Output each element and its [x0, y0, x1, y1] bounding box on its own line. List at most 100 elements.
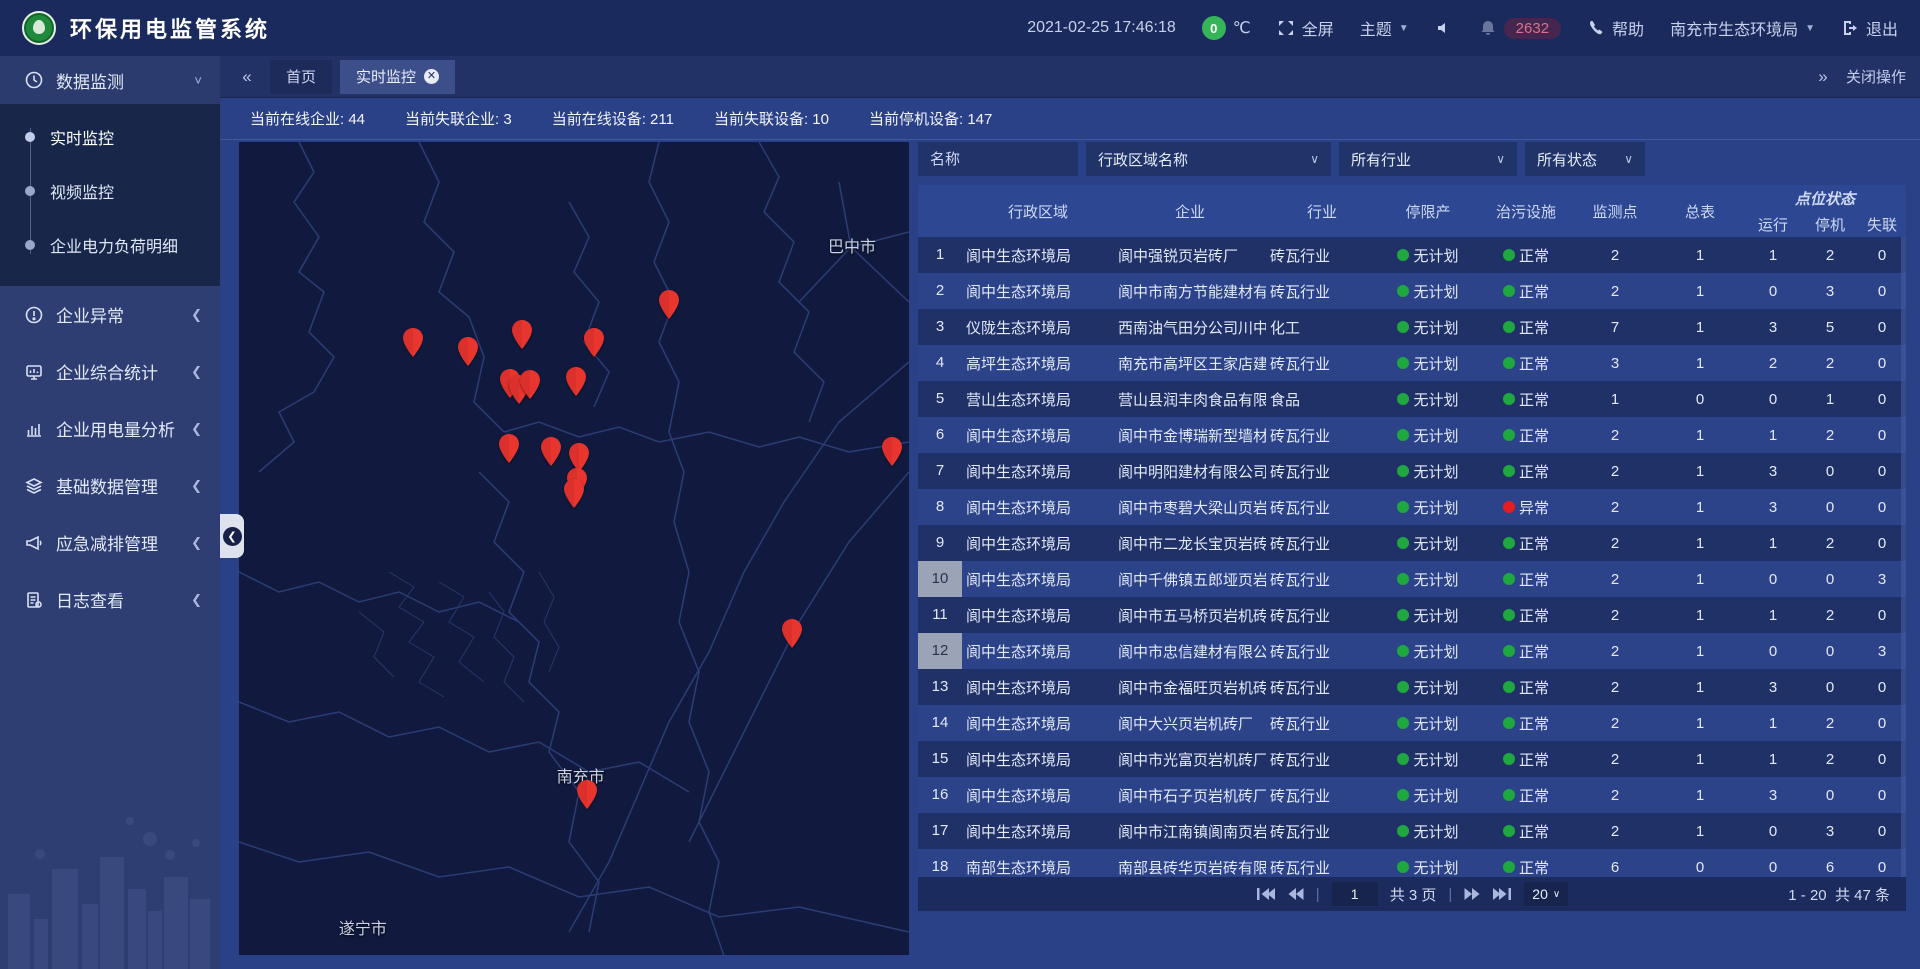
mute-button[interactable] — [1435, 19, 1453, 37]
map-marker-9[interactable] — [498, 434, 520, 463]
sidebar-subitem[interactable]: 企业电力负荷明细 — [0, 218, 220, 272]
tab-close-icon[interactable]: ✕ — [424, 69, 439, 84]
map-marker-2[interactable] — [511, 320, 533, 349]
pagination-bar: | 共 3 页 | 20∨ — [918, 877, 1906, 911]
cell-industry: 砖瓦行业 — [1266, 425, 1378, 446]
industry-select[interactable]: 所有行业∨ — [1339, 142, 1517, 176]
status-dot-ok — [1503, 537, 1515, 549]
status-dot-ok — [1503, 681, 1515, 693]
table-row[interactable]: 9阆中生态环境局阆中市二龙长宝页岩砖砖瓦行业无计划正常21120 — [918, 525, 1906, 561]
cell-index: 17 — [918, 813, 962, 849]
table-row[interactable]: 4高坪生态环境局南充市高坪区王家店建砖瓦行业无计划正常31220 — [918, 345, 1906, 381]
sidebar-subitem-label: 企业电力负荷明细 — [50, 233, 178, 257]
chevron-left-icon: ❮ — [191, 592, 202, 608]
table-row[interactable]: 14阆中生态环境局阆中大兴页岩机砖厂砖瓦行业无计划正常21120 — [918, 705, 1906, 741]
table-row[interactable]: 10阆中生态环境局阆中千佛镇五郎垭页岩砖瓦行业无计划正常21003 — [918, 561, 1906, 597]
table-row[interactable]: 8阆中生态环境局阆中市枣碧大梁山页岩砖瓦行业无计划异常21300 — [918, 489, 1906, 525]
page-number-input[interactable] — [1332, 882, 1378, 906]
chevron-down-icon: ▼ — [1805, 23, 1815, 34]
help-button[interactable]: 帮助 — [1587, 16, 1644, 40]
table-row[interactable]: 17阆中生态环境局阆中市江南镇阆南页岩砖瓦行业无计划正常21030 — [918, 813, 1906, 849]
cell-region: 阆中生态环境局 — [962, 533, 1114, 554]
table-row[interactable]: 3仪陇生态环境局西南油气田分公司川中化工无计划正常71350 — [918, 309, 1906, 345]
enterprise-panel: 行政区域名称∨ 所有行业∨ 所有状态∨ 行政区域企业行业停限产治污设施监测点总表… — [918, 142, 1906, 955]
status-dot-ok — [1503, 357, 1515, 369]
sidebar-item-4[interactable]: 基础数据管理❮ — [0, 457, 220, 514]
chevron-down-icon: ▼ — [1399, 23, 1409, 34]
cell-lost: 0 — [1858, 823, 1906, 840]
cell-stop: 0 — [1802, 571, 1858, 588]
status-label: 正常 — [1519, 677, 1549, 698]
theme-dropdown[interactable]: 主题▼ — [1360, 16, 1409, 40]
cell-facility: 正常 — [1478, 821, 1574, 842]
status-label: 正常 — [1519, 821, 1549, 842]
cell-index: 7 — [918, 453, 962, 489]
status-dot-ok — [1503, 249, 1515, 261]
first-page-button[interactable] — [1256, 887, 1276, 901]
name-search-input[interactable] — [918, 142, 1078, 176]
tab-首页[interactable]: 首页 — [270, 60, 332, 94]
map-marker-7[interactable] — [519, 370, 541, 399]
table-row[interactable]: 16阆中生态环境局阆中市石子页岩机砖厂砖瓦行业无计划正常21300 — [918, 777, 1906, 813]
map-marker-0[interactable] — [402, 328, 424, 357]
sidebar-item-5[interactable]: 应急减排管理❮ — [0, 514, 220, 571]
notifications[interactable]: 2632 — [1479, 18, 1561, 39]
last-page-button[interactable] — [1492, 887, 1512, 901]
map-marker-16[interactable] — [576, 780, 598, 809]
table-row[interactable]: 7阆中生态环境局阆中明阳建材有限公司砖瓦行业无计划正常21300 — [918, 453, 1906, 489]
page-size-select[interactable]: 20∨ — [1524, 882, 1568, 906]
table-row[interactable]: 5营山生态环境局营山县润丰肉食品有限食品无计划正常10010 — [918, 381, 1906, 417]
map-marker-15[interactable] — [781, 619, 803, 648]
map-marker-3[interactable] — [583, 328, 605, 357]
sidebar-item-2[interactable]: 企业综合统计❮ — [0, 343, 220, 400]
sidebar-subitem[interactable]: 视频监控 — [0, 164, 220, 218]
cell-meters: 0 — [1656, 391, 1744, 408]
sidebar-subitem[interactable]: 实时监控 — [0, 110, 220, 164]
sidebar-item-6[interactable]: 日志查看❮ — [0, 571, 220, 628]
cell-industry: 砖瓦行业 — [1266, 677, 1378, 698]
tabs-scroll-right-icon[interactable]: » — [1810, 67, 1836, 87]
log-icon — [24, 590, 44, 610]
cell-lost: 0 — [1858, 715, 1906, 732]
cell-industry: 砖瓦行业 — [1266, 353, 1378, 374]
close-operations-button[interactable]: 关闭操作 — [1846, 66, 1906, 87]
fullscreen-button[interactable]: 全屏 — [1277, 16, 1334, 40]
cell-points: 2 — [1574, 823, 1656, 840]
sidebar-item-0[interactable]: 数据监测˅ — [0, 56, 220, 104]
map-marker-10[interactable] — [540, 437, 562, 466]
org-dropdown[interactable]: 南充市生态环境局▼ — [1670, 16, 1815, 40]
logout-button[interactable]: 退出 — [1841, 16, 1898, 40]
sidebar-collapse-button[interactable]: ❮ — [220, 514, 244, 558]
map-marker-1[interactable] — [457, 337, 479, 366]
table-row[interactable]: 2阆中生态环境局阆中市南方节能建材有砖瓦行业无计划正常21030 — [918, 273, 1906, 309]
prev-page-button[interactable] — [1288, 887, 1304, 901]
status-label: 无计划 — [1413, 317, 1458, 338]
table-row[interactable]: 1阆中生态环境局阆中强锐页岩砖厂砖瓦行业无计划正常21120 — [918, 237, 1906, 273]
tab-实时监控[interactable]: 实时监控✕ — [340, 60, 455, 94]
sidebar-item-3[interactable]: 企业用电量分析❮ — [0, 400, 220, 457]
map-marker-14[interactable] — [881, 437, 903, 466]
table-scrollbar[interactable] — [1901, 237, 1906, 877]
region-select[interactable]: 行政区域名称∨ — [1086, 142, 1331, 176]
map-marker-13[interactable] — [563, 479, 585, 508]
table-row[interactable]: 18南部生态环境局南部县砖华页岩砖有限公砖瓦行业无计划正常60060 — [918, 849, 1906, 877]
status-label: 无计划 — [1413, 641, 1458, 662]
map-marker-8[interactable] — [565, 367, 587, 396]
cell-stop: 0 — [1802, 463, 1858, 480]
status-select[interactable]: 所有状态∨ — [1525, 142, 1645, 176]
table-row[interactable]: 6阆中生态环境局阆中市金博瑞新型墙材砖瓦行业无计划正常21120 — [918, 417, 1906, 453]
sidebar-item-1[interactable]: 企业异常❮ — [0, 286, 220, 343]
table-row[interactable]: 11阆中生态环境局阆中市五马桥页岩机砖砖瓦行业无计划正常21120 — [918, 597, 1906, 633]
status-dot-ok — [1397, 321, 1409, 333]
status-dot-ok — [1503, 429, 1515, 441]
tabs-scroll-left-icon[interactable]: « — [234, 67, 260, 87]
table-row[interactable]: 12阆中生态环境局阆中市忠信建材有限公砖瓦行业无计划正常21003 — [918, 633, 1906, 669]
table-row[interactable]: 13阆中生态环境局阆中市金福旺页岩机砖砖瓦行业无计划正常21300 — [918, 669, 1906, 705]
table-row[interactable]: 15阆中生态环境局阆中市光富页岩机砖厂砖瓦行业无计划正常21120 — [918, 741, 1906, 777]
map-marker-4[interactable] — [658, 290, 680, 319]
cell-stop: 0 — [1802, 787, 1858, 804]
next-page-button[interactable] — [1464, 887, 1480, 901]
map[interactable]: 巴中市南充市遂宁市 — [239, 142, 909, 955]
cell-points: 2 — [1574, 643, 1656, 660]
cell-plan: 无计划 — [1378, 497, 1478, 518]
